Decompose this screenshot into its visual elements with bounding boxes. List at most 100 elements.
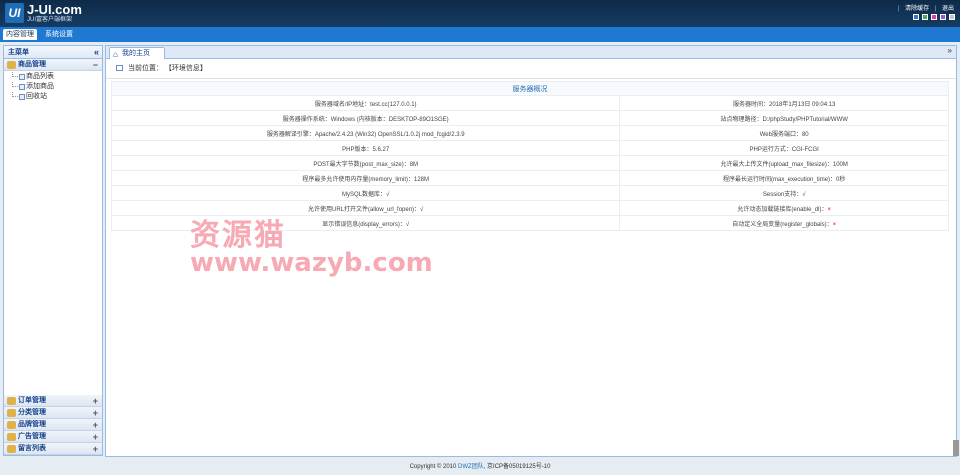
cell-text: 自动定义全局变量(register_globals)：	[732, 221, 833, 228]
logo: UI J-UI.com JUI富客户端框架	[5, 3, 95, 25]
sidebar-title: 主菜单	[8, 49, 29, 56]
header-bar: UI J-UI.com JUI富客户端框架 | 清除缓存 | 退出	[0, 0, 960, 27]
table-cell: 自动定义全局变量(register_globals)：×	[619, 215, 949, 231]
table-cell: Web服务端口：80	[619, 125, 949, 141]
accordion-label: 分类管理	[18, 409, 46, 416]
tree-item-add-goods[interactable]: 添加商品	[10, 82, 102, 92]
table-cell: 服务器操作系统：Windows (内核版本：DESKTOP-89O1SGE)	[110, 110, 621, 126]
sidebar: 主菜单 « 商品管理 − 商品列表 添加商品 回收站 订单管理 + 分类管理 +…	[3, 45, 103, 456]
tab-list-dropdown-icon[interactable]: »	[948, 46, 952, 55]
table-row: 显示错误信息(display_errors)：√ 自动定义全局变量(regist…	[110, 215, 949, 231]
accordion-label: 广告管理	[18, 433, 46, 440]
table-row: 程序最多允许使用内存量(memory_limit)：128M 程序最长运行时间(…	[110, 170, 949, 186]
plus-icon[interactable]: +	[93, 407, 98, 419]
plus-icon[interactable]: +	[93, 431, 98, 443]
theme-blue[interactable]	[913, 14, 919, 20]
table-row: 服务器解译引擎：Apache/2.4.23 (Win32) OpenSSL/1.…	[110, 125, 949, 141]
cell-text: 允许动态加载链接库(enable_dl)：	[737, 206, 828, 213]
tree-item-label: 回收站	[26, 93, 47, 100]
table-cell: 允许最大上传文件(upload_max_filesize)：100M	[619, 155, 949, 171]
table-row: POST最大字节数(post_max_size)：8M 允许最大上传文件(upl…	[110, 155, 949, 171]
resize-handle[interactable]	[953, 440, 959, 456]
accordion-orders[interactable]: 订单管理 +	[4, 395, 102, 407]
nav-system-settings[interactable]: 系统设置	[42, 29, 76, 40]
table-cell: 站点物理路径：D:/phpStudy/PHPTutorial/WWW	[619, 110, 949, 126]
table-row: MySQL数据库：√ Session支持：√	[110, 185, 949, 201]
server-info-table: 服务器概况 服务器域名/IP地址：test.cc(127.0.0.1) 服务器时…	[110, 81, 949, 231]
breadcrumb-value: 【环境信息】	[164, 65, 207, 72]
footer-team-link[interactable]: DWZ团队	[458, 464, 484, 470]
sidebar-header: 主菜单 «	[4, 46, 102, 59]
theme-green[interactable]	[922, 14, 928, 20]
tree-item-label: 商品列表	[26, 73, 54, 80]
accordion-label: 商品管理	[18, 61, 46, 68]
folder-icon	[7, 433, 16, 441]
main-panel: ⌂ 我的主页 » 当前位置： 【环境信息】 服务器概况 服务器域名/IP地址：t…	[105, 45, 957, 457]
table-cell: 程序最长运行时间(max_execution_time)：0秒	[619, 170, 949, 186]
accordion-messages[interactable]: 留言列表 +	[4, 443, 102, 455]
theme-purple[interactable]	[940, 14, 946, 20]
folder-icon	[7, 409, 16, 417]
table-cell: 服务器时间：2018年1月13日 09:04:13	[619, 95, 949, 111]
table-row: 服务器操作系统：Windows (内核版本：DESKTOP-89O1SGE) 站…	[110, 110, 949, 126]
tab-bar: ⌂ 我的主页 »	[106, 46, 956, 59]
breadcrumb: 当前位置： 【环境信息】	[106, 59, 956, 79]
theme-silver[interactable]	[949, 14, 955, 20]
table-caption: 服务器概况	[111, 81, 949, 96]
footer-suffix: , 京ICP备05019125号-10	[483, 464, 551, 470]
tree-item-recycle-bin[interactable]: 回收站	[10, 92, 102, 102]
collapse-sidebar-icon[interactable]: «	[94, 46, 99, 59]
tab-my-home[interactable]: ⌂ 我的主页	[109, 47, 165, 59]
page-icon	[19, 74, 25, 80]
accordion-label: 品牌管理	[18, 421, 46, 428]
tree-line	[12, 82, 18, 87]
footer-prefix: Copyright © 2010	[409, 464, 457, 470]
logo-mark: UI	[5, 3, 24, 23]
table-cell: 服务器解译引擎：Apache/2.4.23 (Win32) OpenSSL/1.…	[110, 125, 621, 141]
table-row: 服务器域名/IP地址：test.cc(127.0.0.1) 服务器时间：2018…	[110, 95, 949, 111]
theme-switcher	[913, 14, 955, 20]
table-cell: 显示错误信息(display_errors)：√	[110, 215, 621, 231]
plus-icon[interactable]: +	[93, 419, 98, 431]
clear-cache-link[interactable]: 清除缓存	[905, 6, 929, 12]
accordion-label: 留言列表	[18, 445, 46, 452]
tree-item-label: 添加商品	[26, 83, 54, 90]
collapsed-groups: 订单管理 + 分类管理 + 品牌管理 + 广告管理 + 留言列表 +	[4, 395, 102, 455]
plus-icon[interactable]: +	[93, 395, 98, 407]
logo-name: J-UI.com	[27, 2, 82, 17]
top-links: | 清除缓存 | 退出	[894, 3, 954, 12]
plus-icon[interactable]: +	[93, 443, 98, 455]
theme-pink[interactable]	[931, 14, 937, 20]
nav-bar: 内容管理 系统设置	[0, 27, 960, 42]
table-cell: POST最大字节数(post_max_size)：8M	[110, 155, 621, 171]
table-row: PHP版本：5.6.27 PHP运行方式：CGI-FCGI	[110, 140, 949, 156]
logo-subtitle: JUI富客户端框架	[27, 17, 73, 23]
accordion-label: 订单管理	[18, 397, 46, 404]
accordion-ads[interactable]: 广告管理 +	[4, 431, 102, 443]
folder-icon	[7, 445, 16, 453]
logout-link[interactable]: 退出	[942, 6, 954, 12]
tab-label: 我的主页	[122, 50, 150, 57]
location-icon	[116, 65, 123, 72]
breadcrumb-prefix: 当前位置：	[127, 65, 163, 72]
page-icon	[19, 94, 25, 100]
accordion-categories[interactable]: 分类管理 +	[4, 407, 102, 419]
tree-item-goods-list[interactable]: 商品列表	[10, 72, 102, 82]
table-cell: 允许动态加载链接库(enable_dl)：×	[619, 200, 949, 216]
minus-icon[interactable]: −	[93, 59, 98, 71]
app-window: UI J-UI.com JUI富客户端框架 | 清除缓存 | 退出 内容管理 系…	[0, 0, 960, 475]
tree-line	[12, 92, 18, 97]
cross-mark: ×	[827, 206, 831, 213]
nav-content-manage[interactable]: 内容管理	[3, 29, 37, 40]
cross-mark: ×	[832, 221, 837, 228]
table-row: 允许使用URL打开文件(allow_url_fopen)：√ 允许动态加载链接库…	[110, 200, 949, 216]
tree-line	[12, 72, 18, 77]
table-cell: Session支持：√	[619, 185, 949, 201]
accordion-goods[interactable]: 商品管理 −	[4, 59, 102, 71]
folder-icon	[7, 61, 16, 69]
separator: |	[934, 6, 937, 12]
accordion-brands[interactable]: 品牌管理 +	[4, 419, 102, 431]
table-cell: PHP运行方式：CGI-FCGI	[619, 140, 949, 156]
table-cell: MySQL数据库：√	[110, 185, 621, 201]
table-cell: 允许使用URL打开文件(allow_url_fopen)：√	[110, 200, 621, 216]
